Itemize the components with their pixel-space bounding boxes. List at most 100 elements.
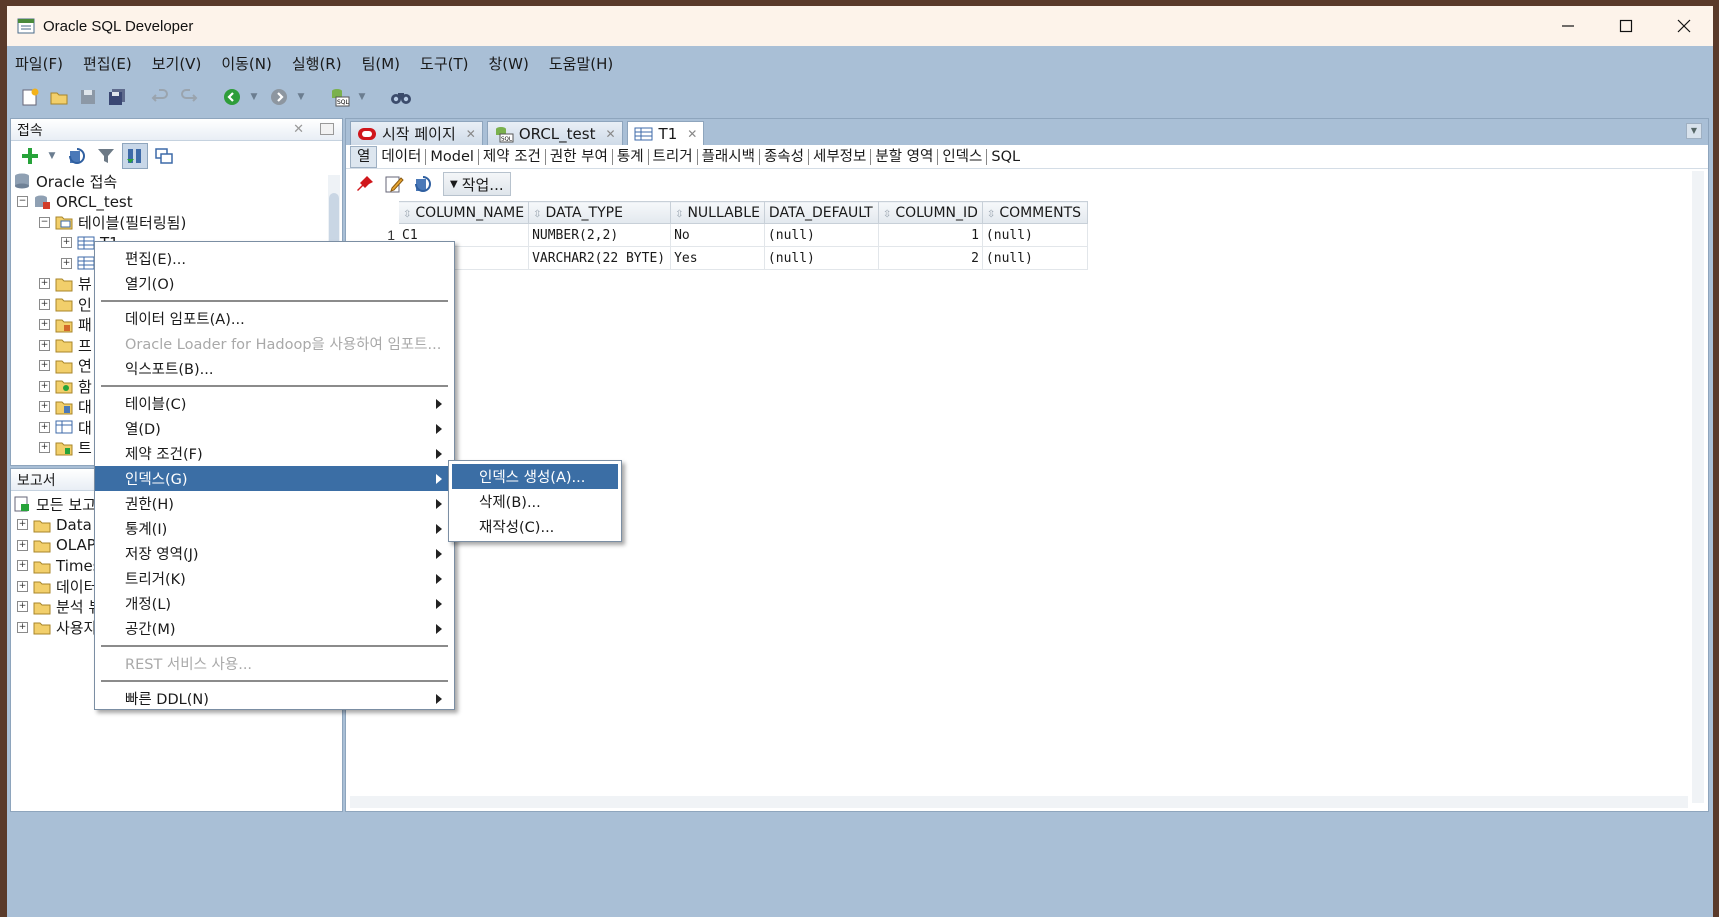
menu-team[interactable]: 팀(M): [362, 53, 400, 74]
editor-vertical-scrollbar[interactable]: [1692, 171, 1704, 803]
cell-data-type[interactable]: VARCHAR2(22 BYTE): [528, 246, 672, 270]
cell-data-default[interactable]: (null): [763, 223, 879, 247]
refresh-button[interactable]: [64, 143, 90, 169]
menu-window[interactable]: 창(W): [489, 53, 529, 74]
tab-close-icon[interactable]: ✕: [466, 127, 476, 141]
expand-toggle[interactable]: +: [17, 580, 28, 592]
subtab-flashback[interactable]: 플래시백: [698, 148, 760, 165]
expand-toggle[interactable]: +: [39, 339, 50, 351]
column-header[interactable]: ⇳ NULLABLE: [670, 201, 765, 224]
expand-toggle[interactable]: +: [61, 257, 72, 269]
expand-toggle[interactable]: +: [39, 360, 50, 372]
save-button[interactable]: [75, 84, 101, 110]
find-db-object-button[interactable]: [388, 84, 414, 110]
expand-toggle[interactable]: +: [17, 621, 28, 633]
menu-item-rebuild-index[interactable]: 재작성(C)...: [449, 514, 621, 539]
redo-button[interactable]: [176, 84, 202, 110]
menu-item-privileges[interactable]: 권한(H): [95, 491, 454, 516]
forward-button[interactable]: [266, 84, 292, 110]
expand-toggle[interactable]: +: [39, 278, 50, 290]
expand-toggle[interactable]: +: [39, 380, 50, 392]
menu-run[interactable]: 실행(R): [292, 53, 342, 74]
tree-node-orcl-test[interactable]: − ORCL_test: [13, 192, 342, 213]
minimize-button[interactable]: [1539, 6, 1597, 46]
menu-item-index[interactable]: 인덱스(G): [95, 466, 454, 491]
minimize-panel-icon[interactable]: [320, 123, 334, 135]
cell-column-id[interactable]: 2: [877, 246, 983, 270]
subtab-details[interactable]: 세부정보: [809, 148, 872, 165]
menu-item-trigger[interactable]: 트리거(K): [95, 566, 454, 591]
sql-worksheet-dropdown[interactable]: ▼: [356, 84, 368, 110]
close-button[interactable]: [1655, 6, 1713, 46]
menu-item-edit[interactable]: 편집(E)...: [95, 246, 454, 271]
table-row[interactable]: VARCHAR2(22 BYTE) Yes (null) 2 (null): [348, 246, 1088, 270]
subtab-indexes[interactable]: 인덱스: [938, 148, 988, 165]
cell-nullable[interactable]: No: [670, 223, 765, 247]
schema-browser-button[interactable]: [122, 143, 148, 169]
subtab-sql[interactable]: SQL: [987, 149, 1024, 165]
subtab-statistics[interactable]: 통계: [613, 148, 649, 165]
expand-toggle[interactable]: +: [39, 442, 50, 454]
close-panel-icon[interactable]: ✕: [293, 122, 304, 137]
tab-start-page[interactable]: 시작 페이지 ✕: [350, 121, 483, 145]
new-button[interactable]: [17, 84, 43, 110]
expand-toggle[interactable]: +: [17, 560, 28, 572]
menu-item-statistics[interactable]: 통계(I): [95, 516, 454, 541]
menu-tools[interactable]: 도구(T): [420, 53, 468, 74]
menu-item-import-data[interactable]: 데이터 임포트(A)...: [95, 306, 454, 331]
column-header[interactable]: ⇳ COMMENTS: [981, 201, 1088, 224]
subtab-triggers[interactable]: 트리거: [649, 148, 698, 165]
collapse-toggle[interactable]: −: [17, 196, 28, 208]
tab-close-icon[interactable]: ✕: [605, 127, 615, 141]
sql-worksheet-button[interactable]: SQL: [327, 84, 353, 110]
expand-toggle[interactable]: +: [61, 237, 72, 249]
undo-button[interactable]: [147, 84, 173, 110]
column-header[interactable]: ⇳ COLUMN_NAME: [397, 201, 530, 224]
cell-nullable[interactable]: Yes: [670, 246, 765, 270]
expand-toggle[interactable]: +: [39, 298, 50, 310]
forward-dropdown[interactable]: ▼: [295, 84, 307, 110]
column-header[interactable]: ⇳ DATA_TYPE: [528, 201, 672, 224]
save-all-button[interactable]: [104, 84, 130, 110]
subtab-partitions[interactable]: 분할 영역: [871, 148, 939, 165]
back-dropdown[interactable]: ▼: [248, 84, 260, 110]
open-button[interactable]: [46, 84, 72, 110]
add-connection-dropdown[interactable]: ▼: [46, 143, 58, 169]
subtab-columns[interactable]: 열: [350, 145, 378, 168]
column-header[interactable]: ⇳ COLUMN_ID: [877, 201, 983, 224]
table-row[interactable]: 1 C1 NUMBER(2,2) No (null) 1 (null): [348, 223, 1088, 247]
menu-help[interactable]: 도움말(H): [549, 53, 613, 74]
tab-close-icon[interactable]: ✕: [687, 127, 697, 141]
subtab-constraints[interactable]: 제약 조건: [479, 148, 546, 165]
expand-toggle[interactable]: +: [17, 539, 28, 551]
cell-data-type[interactable]: NUMBER(2,2): [528, 223, 672, 247]
tree-node-tables[interactable]: − 테이블(필터링됨): [13, 212, 342, 233]
tab-list-dropdown[interactable]: ▼: [1686, 123, 1702, 139]
cell-data-default[interactable]: (null): [763, 246, 879, 270]
column-header[interactable]: DATA_DEFAULT: [763, 201, 879, 224]
tab-orcl-test[interactable]: SQL ORCL_test ✕: [486, 121, 623, 145]
filter-button[interactable]: [93, 143, 119, 169]
menu-item-drop-index[interactable]: 삭제(B)...: [449, 489, 621, 514]
tree-node-oracle-connections[interactable]: Oracle 접속: [13, 171, 342, 192]
actions-dropdown-button[interactable]: ▼ 작업...: [443, 172, 511, 196]
menu-edit[interactable]: 편집(E): [83, 53, 132, 74]
menu-item-export[interactable]: 익스포트(B)...: [95, 356, 454, 381]
menu-navigate[interactable]: 이동(N): [221, 53, 272, 74]
menu-item-column[interactable]: 열(D): [95, 416, 454, 441]
subtab-dependencies[interactable]: 종속성: [760, 148, 809, 165]
cell-comments[interactable]: (null): [981, 246, 1088, 270]
edit-button[interactable]: [381, 171, 407, 197]
menu-item-spatial[interactable]: 공간(M): [95, 616, 454, 641]
expand-toggle[interactable]: +: [39, 319, 50, 331]
subtab-grants[interactable]: 권한 부여: [546, 148, 613, 165]
menu-item-revision[interactable]: 개정(L): [95, 591, 454, 616]
maximize-button[interactable]: [1597, 6, 1655, 46]
tab-t1[interactable]: T1 ✕: [626, 121, 705, 145]
menu-item-table[interactable]: 테이블(C): [95, 391, 454, 416]
freeze-view-button[interactable]: [352, 171, 378, 197]
cell-comments[interactable]: (null): [981, 223, 1088, 247]
expand-toggle[interactable]: +: [17, 519, 28, 531]
refresh-grid-button[interactable]: [410, 171, 436, 197]
menu-view[interactable]: 보기(V): [152, 53, 202, 74]
